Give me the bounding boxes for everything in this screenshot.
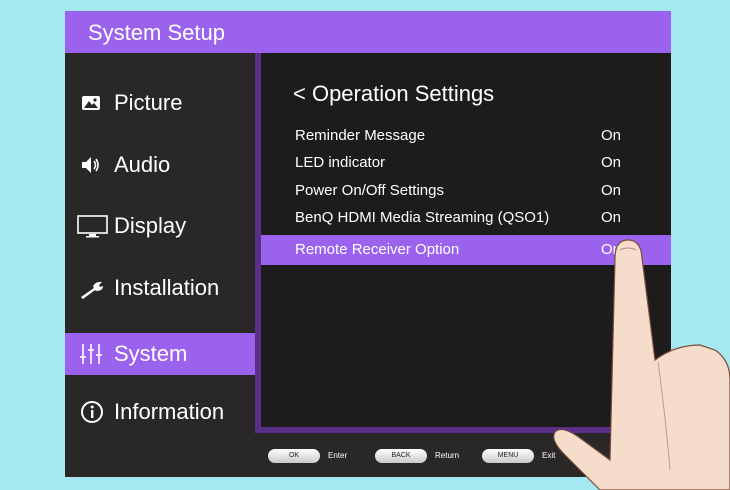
pointing-hand-icon: [553, 239, 730, 490]
